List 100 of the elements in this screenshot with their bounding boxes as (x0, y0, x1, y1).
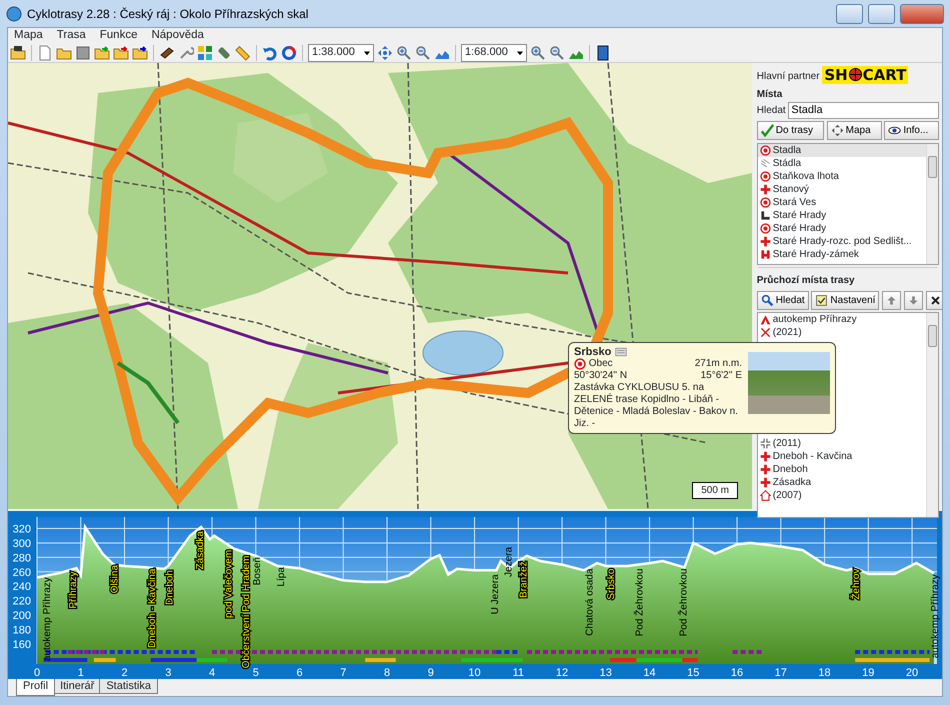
pan-icon[interactable] (377, 44, 393, 60)
menu-item[interactable]: Nápověda (151, 28, 204, 44)
tab[interactable]: Profil (16, 679, 56, 696)
remove-button[interactable] (926, 290, 942, 310)
cross-icon (760, 477, 771, 488)
undo-icon[interactable] (262, 44, 278, 60)
place-label: Chatová osada (584, 568, 596, 636)
scale-bar: 500 m (692, 482, 738, 499)
scrollbar[interactable] (926, 313, 938, 518)
new-document-icon[interactable] (37, 44, 53, 60)
list-item[interactable]: Stádla (758, 157, 926, 170)
add-to-route-button[interactable]: Do trasy (756, 121, 824, 140)
list-item[interactable]: Staré Hrady-rozc. pod Sedlišt... (758, 235, 926, 248)
search-icon (760, 294, 774, 306)
folder-import-icon[interactable] (94, 44, 110, 60)
cross-icon (760, 451, 771, 462)
axis-label: 260 (12, 566, 31, 579)
axis-label: 10 (468, 667, 481, 677)
menu-item[interactable]: Mapa (14, 28, 43, 44)
axis-label: 200 (12, 610, 31, 622)
place-type: Obec (588, 358, 614, 370)
list-item[interactable]: (2011) (758, 437, 926, 450)
search-button[interactable]: Hledat (756, 290, 809, 310)
place-label: Pod Žehrovkou (634, 568, 646, 636)
list-item[interactable]: Stanový (758, 183, 926, 196)
list-item[interactable]: Staré Hrady (758, 222, 926, 235)
section-title: Místa (756, 88, 784, 102)
axis-label: 1 (78, 667, 84, 677)
latitude-text: 50°30'24'' N (574, 370, 628, 382)
settings-button[interactable]: Nastavení (811, 290, 880, 310)
list-item[interactable]: Stará Ves (758, 196, 926, 209)
scale-dropdown[interactable]: 1:68.000 (461, 44, 527, 62)
scale-value: 1:68.000 (465, 45, 508, 60)
place-label: Lípa (276, 567, 287, 587)
minimize-button[interactable] (836, 4, 863, 24)
castle-icon (760, 249, 771, 260)
folder-export-icon[interactable] (113, 44, 129, 60)
list-item[interactable]: Staré Hrady-zámek (758, 248, 926, 261)
close-button[interactable] (900, 4, 944, 24)
place-label: autokemp Příhrazy (42, 577, 53, 662)
village-icon (760, 171, 771, 182)
tab[interactable]: Itinerář (53, 679, 102, 694)
zoom-out-icon[interactable] (415, 44, 431, 60)
place-label: Jezera (503, 546, 514, 577)
grid-icon[interactable] (197, 44, 213, 60)
axis-label: 6 (296, 667, 303, 677)
list-item[interactable]: Stadla (758, 144, 926, 157)
axis-label: 4 (208, 667, 216, 677)
app-globe-icon (6, 6, 22, 22)
cross-icon (760, 464, 771, 476)
menu-item[interactable]: Funkce (100, 28, 138, 44)
up-arrow-icon (886, 294, 898, 306)
search-field[interactable]: Stadla (788, 102, 940, 118)
tab[interactable]: Statistika (99, 679, 158, 694)
zoom-out-icon[interactable] (549, 44, 565, 60)
axis-label: 300 (12, 538, 31, 550)
zoom-in-icon[interactable] (530, 44, 546, 60)
list-item[interactable]: Zásadka (758, 476, 926, 490)
scrollbar[interactable] (926, 144, 938, 264)
list-item[interactable]: autokemp Příhrazy (758, 313, 926, 326)
list-item[interactable]: Staňkova lhota (758, 170, 926, 183)
list-item[interactable]: Dneboh - Kavčina (758, 450, 926, 464)
place-label: Olšina (110, 564, 121, 594)
info-button[interactable]: Info... (884, 121, 940, 140)
axis-label: 240 (12, 581, 31, 594)
folder-send-icon[interactable] (132, 44, 148, 60)
tent-icon (760, 314, 771, 326)
place-label: autokemp Příhrazy (930, 574, 941, 658)
axis-label: 8 (384, 667, 390, 677)
search-label: Hledat (756, 104, 786, 118)
map-button[interactable]: Mapa (826, 121, 882, 140)
scale-dropdown[interactable]: 1:38.000 (308, 44, 374, 62)
checkmark-icon (760, 124, 774, 138)
maximize-button[interactable] (868, 4, 895, 24)
place-label: U Jezera (490, 574, 502, 614)
partner-label: Hlavní partner (756, 70, 821, 84)
move-up-button[interactable] (882, 290, 902, 310)
place-label: Občerstvení Pod Hradem (240, 556, 252, 668)
axis-label: 17 (774, 667, 787, 677)
menu-item[interactable]: Trasa (56, 28, 86, 44)
partner-logo: SH CART (822, 66, 908, 84)
list-item[interactable]: (2021) (758, 326, 926, 340)
list-item[interactable]: Dneboh (758, 463, 926, 476)
list-item[interactable]: (2007) (758, 489, 926, 502)
list-item[interactable]: Staré Hrady (758, 209, 926, 222)
globe-icon (848, 67, 863, 82)
axis-label: 2 (121, 667, 128, 677)
axis-label: 20 (906, 667, 918, 677)
move-icon (830, 124, 844, 138)
place-label: Dneboh (164, 570, 176, 606)
ruin-icon (760, 210, 771, 221)
lifebuoy-icon[interactable] (281, 44, 297, 60)
close-icon (930, 294, 941, 306)
axis-label: 19 (862, 667, 874, 677)
axis-label: 13 (600, 667, 612, 677)
zoom-in-icon[interactable] (396, 44, 412, 60)
open-folder-icon[interactable] (10, 44, 26, 60)
section-title: Průchozí místa trasy (756, 274, 856, 288)
note-icon (614, 346, 628, 358)
axis-label: 14 (643, 667, 656, 677)
